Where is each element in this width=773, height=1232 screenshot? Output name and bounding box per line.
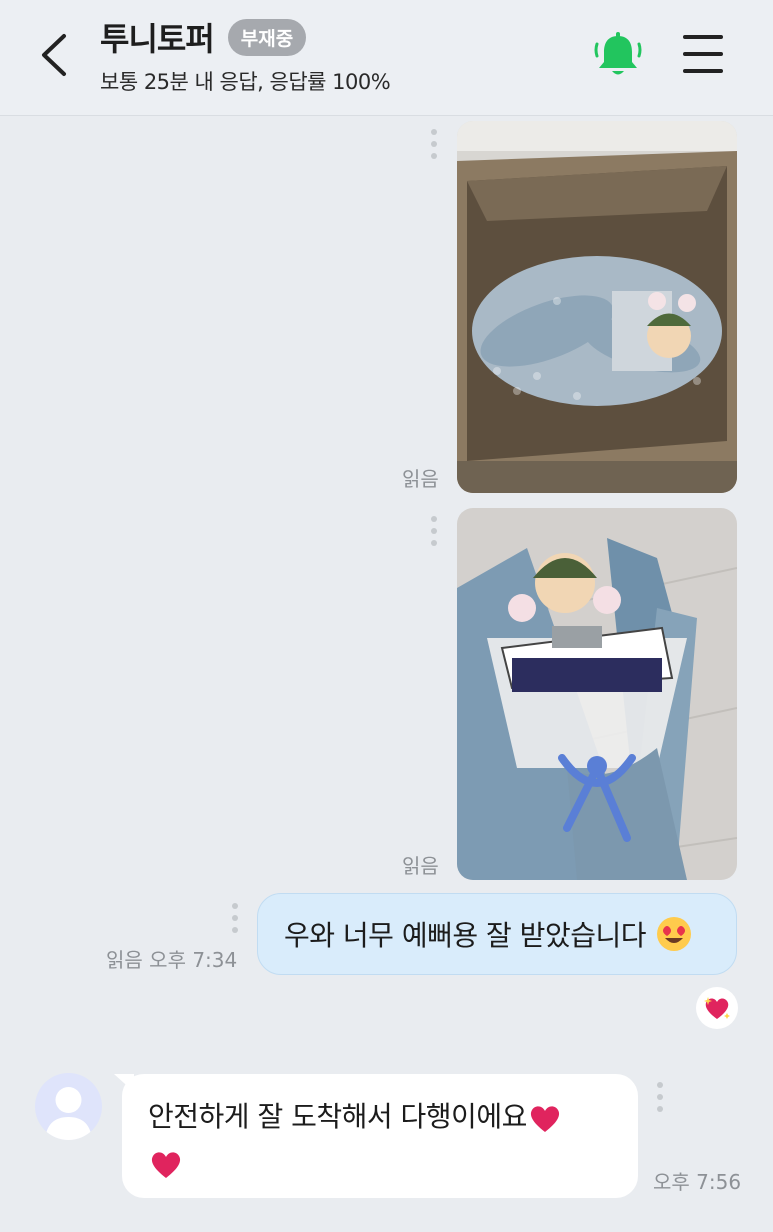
bell-icon xyxy=(594,32,642,75)
hamburger-menu-icon[interactable] xyxy=(683,35,725,75)
response-info: 보통 25분 내 응답, 응답률 100% xyxy=(100,70,391,94)
red-heart-icon xyxy=(530,1106,559,1132)
incoming-message-bubble[interactable]: 안전하게 잘 도착해서 다행이에요 xyxy=(114,1074,638,1198)
message-options-icon[interactable] xyxy=(231,903,239,939)
avatar[interactable] xyxy=(35,1073,102,1140)
chat-title: 투니토퍼 xyxy=(100,20,215,58)
chat-header: 투니토퍼 부재중 보통 25분 내 응답, 응답률 100% xyxy=(0,0,773,116)
title-row: 투니토퍼 부재중 xyxy=(100,14,307,60)
message-options-icon[interactable] xyxy=(656,1082,664,1118)
status-badge: 부재중 xyxy=(227,18,307,56)
message-options-icon[interactable] xyxy=(430,516,438,552)
default-user-icon xyxy=(45,1087,92,1140)
heart-sparkle-icon xyxy=(704,997,730,1019)
message-time: 오후 7:56 xyxy=(653,1170,742,1194)
read-receipt: 읽음 xyxy=(402,854,439,878)
read-time: 읽음 오후 7:34 xyxy=(106,944,237,973)
read-receipt: 읽음 xyxy=(402,467,439,491)
bubble-tail xyxy=(114,1074,134,1092)
chevron-left-icon xyxy=(42,34,66,76)
red-heart-icon xyxy=(151,1152,181,1178)
read-receipt: 읽음 xyxy=(106,948,143,972)
message-time: 오후 7:34 xyxy=(149,948,238,972)
photo-box-icon[interactable] xyxy=(457,121,737,493)
message-text: 안전하게 잘 도착해서 다행이에요 xyxy=(148,1100,527,1133)
notification-button[interactable] xyxy=(592,30,644,80)
back-button[interactable] xyxy=(34,30,78,80)
message-text: 우와 너무 예뻐용 잘 받았습니다 xyxy=(284,919,646,952)
message-reaction[interactable] xyxy=(696,987,738,1029)
message-options-icon[interactable] xyxy=(430,129,438,165)
outgoing-message-bubble[interactable]: 우와 너무 예뻐용 잘 받았습니다 xyxy=(257,893,737,975)
heart-eyes-emoji-icon xyxy=(656,917,691,951)
photo-bouquet-icon[interactable] xyxy=(457,508,737,880)
